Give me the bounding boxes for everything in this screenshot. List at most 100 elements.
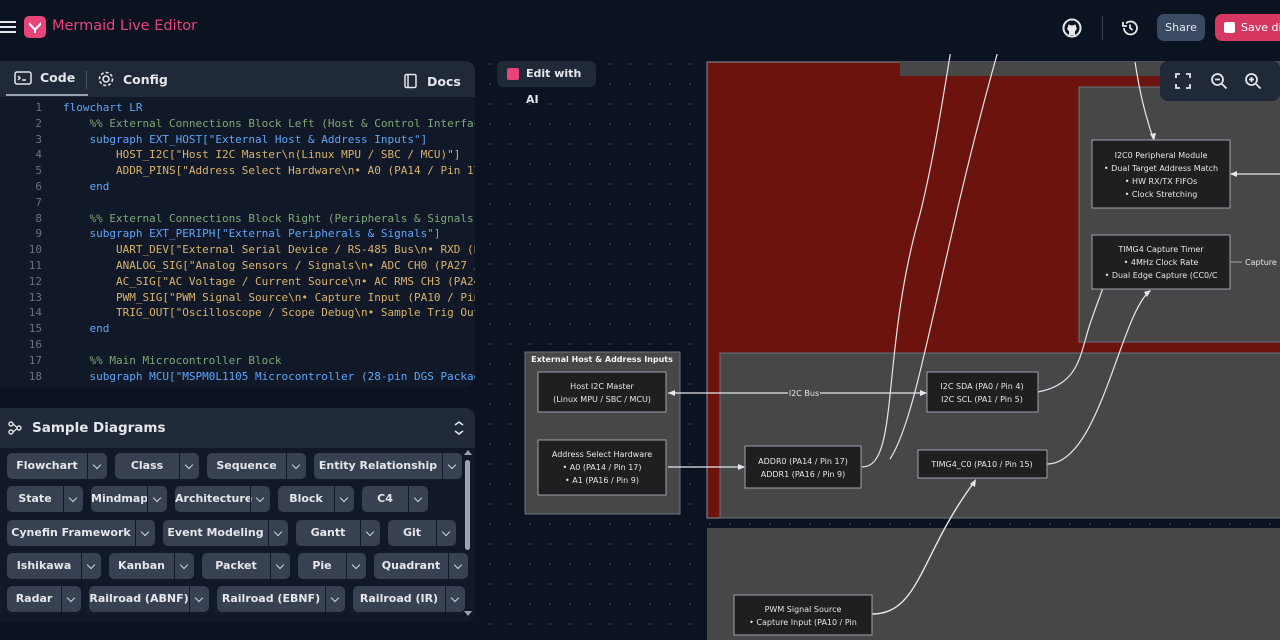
sample-chip-label[interactable]: Radar bbox=[7, 586, 61, 612]
sample-chip[interactable]: Block bbox=[278, 486, 354, 513]
sample-chip-label[interactable]: Cynefin Framework bbox=[7, 520, 135, 546]
share-button[interactable]: Share bbox=[1157, 14, 1205, 41]
scroll-up-icon[interactable] bbox=[463, 448, 473, 456]
host-i2c-node[interactable] bbox=[537, 371, 667, 413]
code-line[interactable]: 7 bbox=[0, 196, 475, 212]
code-line[interactable]: 18 subgraph MCU["MSPM0L1105 Microcontrol… bbox=[0, 370, 475, 386]
code-line[interactable]: 16 bbox=[0, 338, 475, 354]
code-line[interactable]: 11 ANALOG_SIG["Analog Sensors / Signals\… bbox=[0, 259, 475, 275]
i2c-pins-node[interactable] bbox=[926, 371, 1039, 413]
diagram-canvas[interactable]: External Host & Address Inputs I2C Bus C… bbox=[480, 54, 1280, 640]
sample-chip-label[interactable]: Ishikawa bbox=[7, 553, 81, 579]
sample-chip-label[interactable]: Sequence bbox=[207, 453, 286, 479]
sample-chip-label[interactable]: Block bbox=[278, 486, 334, 512]
pwm-source-node[interactable] bbox=[733, 594, 873, 636]
github-icon[interactable] bbox=[1062, 18, 1082, 38]
sample-chip[interactable]: Mindmap bbox=[91, 486, 167, 513]
sample-chip[interactable]: Railroad (ABNF) bbox=[89, 586, 209, 613]
sample-chip[interactable]: Git bbox=[388, 519, 456, 546]
sample-chip[interactable]: Pie bbox=[298, 552, 366, 579]
code-line[interactable]: 5 ADDR_PINS["Address Select Hardware\n• … bbox=[0, 164, 475, 180]
sample-chip[interactable]: Entity Relationship bbox=[314, 453, 462, 479]
sample-chip[interactable]: Packet bbox=[202, 552, 290, 579]
code-editor[interactable]: 1 flowchart LR 2 %% External Connections B… bbox=[0, 97, 475, 387]
save-diagram-button[interactable]: Save di bbox=[1215, 14, 1280, 41]
sample-diagrams-header[interactable]: Sample Diagrams bbox=[0, 408, 475, 448]
code-line[interactable]: 6 end bbox=[0, 180, 475, 196]
chevron-down-icon[interactable] bbox=[61, 586, 81, 613]
chevron-down-icon[interactable] bbox=[436, 519, 456, 546]
code-line[interactable]: 4 HOST_I2C["Host I2C Master\n(Linux MPU … bbox=[0, 148, 475, 164]
code-line[interactable]: 2 %% External Connections Block Left (Ho… bbox=[0, 117, 475, 133]
sample-chip-label[interactable]: Railroad (EBNF) bbox=[217, 586, 325, 612]
scroll-thumb[interactable] bbox=[465, 460, 470, 550]
sample-chip-label[interactable]: State bbox=[7, 486, 63, 512]
sample-chip-label[interactable]: Entity Relationship bbox=[314, 453, 442, 479]
mermaid-logo-icon[interactable] bbox=[24, 16, 46, 38]
addr-pins-node[interactable] bbox=[744, 445, 862, 489]
zoom-in-icon[interactable] bbox=[1244, 72, 1262, 90]
code-line[interactable]: 15 end bbox=[0, 322, 475, 338]
sample-chip[interactable]: Class bbox=[115, 453, 199, 479]
chevron-down-icon[interactable] bbox=[179, 453, 199, 479]
chevron-down-icon[interactable] bbox=[286, 453, 306, 479]
sample-chip[interactable]: Railroad (IR) bbox=[353, 586, 465, 613]
sample-chip-label[interactable]: Railroad (ABNF) bbox=[89, 586, 189, 612]
chevron-down-icon[interactable] bbox=[346, 552, 366, 579]
chevron-down-icon[interactable] bbox=[189, 586, 209, 613]
chevron-down-icon[interactable] bbox=[325, 586, 345, 613]
scroll-down-icon[interactable] bbox=[463, 610, 473, 618]
sample-chip-label[interactable]: Railroad (IR) bbox=[353, 586, 445, 612]
chevron-down-icon[interactable] bbox=[408, 486, 428, 513]
chevron-down-icon[interactable] bbox=[442, 453, 462, 479]
sample-chip-label[interactable]: Packet bbox=[202, 553, 270, 579]
sample-list-scrollbar[interactable] bbox=[462, 448, 472, 618]
history-icon[interactable] bbox=[1120, 18, 1140, 38]
sample-chip-label[interactable]: Git bbox=[388, 520, 436, 546]
chevron-down-icon[interactable] bbox=[81, 552, 101, 579]
code-line[interactable]: 17 %% Main Microcontroller Block bbox=[0, 354, 475, 370]
zoom-out-icon[interactable] bbox=[1210, 72, 1228, 90]
code-line[interactable]: 12 AC_SIG["AC Voltage / Current Source\n… bbox=[0, 275, 475, 291]
chevron-down-icon[interactable] bbox=[360, 519, 380, 546]
chevron-down-icon[interactable] bbox=[87, 453, 107, 479]
sample-chip[interactable]: State bbox=[7, 486, 83, 513]
code-line[interactable]: 13 PWM_SIG["PWM Signal Source\n• Capture… bbox=[0, 291, 475, 307]
sample-chip[interactable]: C4 bbox=[362, 486, 428, 513]
chevron-down-icon[interactable] bbox=[147, 486, 167, 513]
sample-chip[interactable]: Architecture bbox=[175, 486, 270, 513]
code-line[interactable]: 10 UART_DEV["External Serial Device / RS… bbox=[0, 243, 475, 259]
sample-chip[interactable]: Gantt bbox=[296, 519, 380, 546]
edit-with-ai-button[interactable]: Edit with AI bbox=[497, 61, 596, 106]
chevron-down-icon[interactable] bbox=[174, 552, 194, 579]
sample-chip-label[interactable]: Kanban bbox=[109, 553, 174, 579]
code-line[interactable]: 3 subgraph EXT_HOST["External Host & Add… bbox=[0, 133, 475, 149]
sample-chip-label[interactable]: Class bbox=[115, 453, 179, 479]
sample-chip[interactable]: Radar bbox=[7, 586, 81, 613]
sample-chip[interactable]: Event Modeling bbox=[163, 519, 288, 546]
sample-chip-label[interactable]: Event Modeling bbox=[163, 520, 268, 546]
code-line[interactable]: 1 flowchart LR bbox=[0, 101, 475, 117]
tab-config[interactable]: Config bbox=[97, 70, 168, 88]
code-line[interactable]: 14 TRIG_OUT["Oscilloscope / Scope Debug\… bbox=[0, 306, 475, 322]
sample-chip-label[interactable]: Architecture bbox=[175, 486, 252, 512]
collapse-icon[interactable] bbox=[453, 420, 465, 436]
chevron-down-icon[interactable] bbox=[63, 486, 83, 513]
sample-chip-label[interactable]: Pie bbox=[298, 553, 346, 579]
sample-chip[interactable]: Cynefin Framework bbox=[7, 519, 155, 546]
sample-chip-label[interactable]: Quadrant bbox=[374, 553, 448, 579]
code-line[interactable]: 8 %% External Connections Block Right (P… bbox=[0, 212, 475, 228]
tab-code[interactable]: Code bbox=[14, 70, 75, 85]
hamburger-menu-icon[interactable] bbox=[0, 18, 18, 36]
sample-chip[interactable]: Railroad (EBNF) bbox=[217, 586, 345, 613]
sample-chip-label[interactable]: C4 bbox=[362, 486, 408, 512]
chevron-down-icon[interactable] bbox=[135, 519, 155, 546]
sample-chip[interactable]: Sequence bbox=[207, 453, 306, 479]
docs-link[interactable]: Docs bbox=[403, 73, 461, 89]
chevron-down-icon[interactable] bbox=[334, 486, 354, 513]
sample-chip-label[interactable]: Gantt bbox=[296, 520, 360, 546]
sample-chip[interactable]: Flowchart bbox=[7, 453, 107, 479]
sample-chip[interactable]: Ishikawa bbox=[7, 552, 101, 579]
code-line[interactable]: 9 subgraph EXT_PERIPH["External Peripher… bbox=[0, 227, 475, 243]
chevron-down-icon[interactable] bbox=[270, 552, 290, 579]
